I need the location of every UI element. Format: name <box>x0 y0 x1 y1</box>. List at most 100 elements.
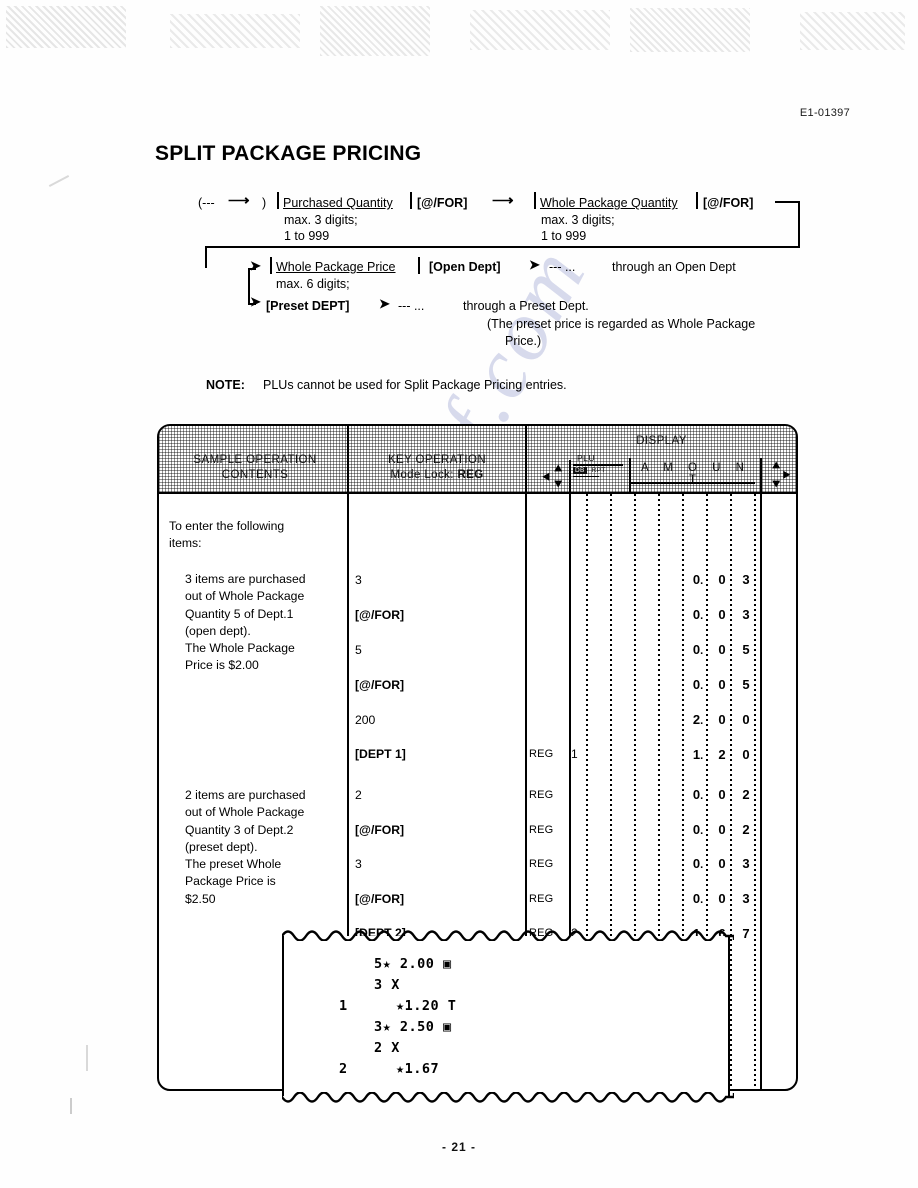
amount-digit: 0 <box>718 607 726 622</box>
amount-digit: 0 <box>742 747 750 762</box>
intro-text: To enter the following items: <box>169 519 285 551</box>
field-bar <box>277 192 279 209</box>
reg-indicator: REG <box>529 858 554 870</box>
flow-step1-field: Purchased Quantity <box>283 196 393 210</box>
dept-number: 1 <box>571 747 578 761</box>
header-sample-line1: SAMPLE OPERATION <box>193 454 317 466</box>
amount-digit: 0 <box>718 712 726 727</box>
receipt-line-right: 3★ 2.50 ▣ <box>374 1019 452 1035</box>
document-page: manualshelf.com E1-01397 SPLIT PACKAGE P… <box>0 0 918 1188</box>
arrow-up-icon: ⯅ <box>771 458 782 473</box>
arrow-down-icon: ⯆ <box>553 477 564 492</box>
amount-digit: 0 <box>718 677 726 692</box>
page-number: - 21 - <box>441 1140 476 1154</box>
amount-digit: 0 <box>718 822 726 837</box>
scan-artifact <box>70 1098 72 1114</box>
amount-digit: 3 <box>742 572 750 587</box>
reg-indicator: REG <box>529 893 554 905</box>
key-operation: [@/FOR] <box>355 892 405 906</box>
scan-artifact <box>86 1045 88 1071</box>
receipt-slip: 5★ 2.00 ▣ 3 X 1 ★1.20 T 3★ 2.50 ▣ 2 X 2 … <box>282 930 734 1103</box>
key-operation: 3 <box>355 857 362 871</box>
field-bar <box>418 257 420 274</box>
header-key-operation: KEY OPERATION Mode Lock: REG <box>349 453 525 483</box>
amount-digit: 0. <box>692 822 704 837</box>
plu-label: PLU <box>577 453 596 463</box>
flow-step2-note1: max. 3 digits; <box>541 213 615 227</box>
key-operation: 200 <box>355 713 376 727</box>
amount-digit: 0 <box>718 642 726 657</box>
arrow-right-icon: ⯈ <box>781 468 792 483</box>
arrow-right-icon: ➤ <box>250 258 261 273</box>
field-bar <box>534 192 536 209</box>
flow-preset-desc: through a Preset Dept. <box>463 299 589 313</box>
header-modelock-label: Mode Lock: <box>390 469 454 481</box>
flow-preset-tail: --- ... <box>398 299 425 313</box>
header-key-line1: KEY OPERATION <box>387 454 487 466</box>
flow-open-desc: through an Open Dept <box>612 260 736 274</box>
amount-digit: 5 <box>742 677 750 692</box>
key-operation: 3 <box>355 573 362 587</box>
amount-digit: 2. <box>692 712 704 727</box>
arrow-right-icon: ➤ <box>379 296 390 311</box>
header-sample-operation: SAMPLE OPERATION CONTENTS <box>163 453 347 483</box>
group-description: 2 items are purchased out of Whole Packa… <box>185 788 306 906</box>
key-operation: [@/FOR] <box>355 823 405 837</box>
flow-step1-note2: 1 to 999 <box>284 229 330 243</box>
key-operation: [@/FOR] <box>355 608 405 622</box>
amount-digit: 0. <box>692 856 704 871</box>
connector-line <box>205 246 800 248</box>
flow-prefix-close: ) <box>262 196 267 210</box>
flow-diagram: (--- ⟶ ) Purchased Quantity [@/FOR] max.… <box>0 0 918 420</box>
arrow-left-icon: ⯇ <box>541 470 552 485</box>
key-operation: [DEPT 1] <box>355 747 406 761</box>
plu-rule-2 <box>573 475 599 478</box>
amount-digit: 0. <box>692 572 704 587</box>
connector-line <box>775 201 800 203</box>
amount-digit: 2 <box>718 747 726 762</box>
key-operation: [@/FOR] <box>355 678 405 692</box>
header-sample-line2: CONTENTS <box>221 469 289 481</box>
connector-line <box>205 246 207 268</box>
flow-step1-key: [@/FOR] <box>417 196 468 210</box>
amount-digit: 0. <box>692 642 704 657</box>
plu-indicator-group: PLU DB RPT <box>573 453 629 478</box>
amount-digit: 0 <box>742 712 750 727</box>
receipt-line-left: 2 <box>339 1061 348 1077</box>
arrow-right-icon: ➤ <box>250 294 261 309</box>
flow-preset-paren1: (The preset price is regarded as Whole P… <box>487 317 756 331</box>
flow-open-tail: --- ... <box>549 260 576 274</box>
arrow-right-icon: ⟶ <box>228 192 250 209</box>
amount-digit: 0. <box>692 787 704 802</box>
flow-step2-field: Whole Package Quantity <box>540 196 678 210</box>
connector-line <box>798 201 800 248</box>
amount-digit: 0 <box>718 891 726 906</box>
column-separator <box>760 460 762 1089</box>
receipt-line-right: 5★ 2.00 ▣ <box>374 956 452 972</box>
amount-digit: 0. <box>692 677 704 692</box>
receipt-line-right: 3 X <box>374 977 400 993</box>
key-operation: 2 <box>355 788 362 802</box>
arrow-down-icon: ⯆ <box>771 477 782 492</box>
note-text: PLUs cannot be used for Split Package Pr… <box>263 378 567 392</box>
flow-prefix: (--- <box>198 196 215 210</box>
arrow-right-icon: ⟶ <box>492 192 514 209</box>
receipt-line-right: ★1.20 T <box>396 998 457 1014</box>
reg-indicator: REG <box>529 824 554 836</box>
plu-right-rule <box>629 458 631 492</box>
field-bar <box>270 257 272 274</box>
receipt-line-right: ★1.67 <box>396 1061 440 1077</box>
receipt-line-left: 1 <box>339 998 348 1014</box>
amount-digit: 2 <box>742 822 750 837</box>
amount-digit: 0. <box>692 607 704 622</box>
amount-digit: 3 <box>742 607 750 622</box>
amount-digit: 0 <box>718 787 726 802</box>
amount-digit: 3 <box>742 891 750 906</box>
field-bar <box>696 192 698 209</box>
arrow-up-icon: ⯅ <box>553 461 564 476</box>
plu-rule <box>573 464 623 466</box>
amount-digit: 0 <box>718 572 726 587</box>
rpt-label: RPT <box>591 466 606 474</box>
amount-underline <box>629 482 755 484</box>
amount-digit: 5 <box>742 642 750 657</box>
